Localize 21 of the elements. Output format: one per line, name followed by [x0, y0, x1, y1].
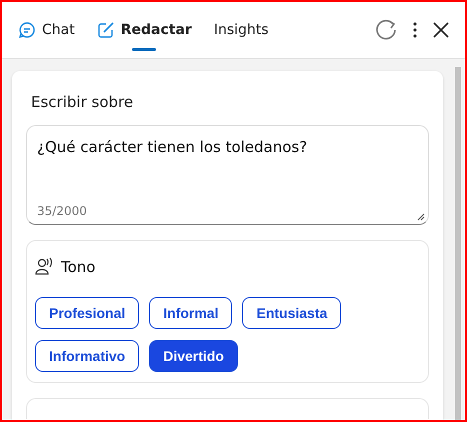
tone-option[interactable]: Profesional: [35, 297, 140, 329]
tone-option[interactable]: Divertido: [149, 340, 238, 372]
tone-option[interactable]: Entusiasta: [242, 297, 342, 329]
chat-bubble-icon: [18, 21, 36, 39]
topic-input-field[interactable]: ¿Qué carácter tienen los toledanos? 35/2000: [26, 125, 429, 225]
scrollbar[interactable]: [455, 67, 461, 420]
close-button[interactable]: [431, 20, 451, 40]
tab[interactable]: Insights: [210, 16, 273, 44]
refresh-icon: [375, 19, 397, 41]
tab[interactable]: Chat: [14, 15, 79, 45]
tone-option[interactable]: Informativo: [35, 340, 140, 372]
more-options-button[interactable]: [411, 20, 419, 40]
tone-option[interactable]: Informal: [149, 297, 232, 329]
resize-handle-icon[interactable]: [417, 213, 425, 221]
more-icon: [413, 22, 417, 38]
close-icon: [433, 22, 449, 38]
compose-label: Escribir sobre: [31, 93, 134, 111]
tone-title: Tono: [61, 258, 96, 276]
voice-icon: [35, 257, 55, 277]
character-counter: 35/2000: [37, 204, 88, 218]
edit-icon: [96, 21, 115, 39]
